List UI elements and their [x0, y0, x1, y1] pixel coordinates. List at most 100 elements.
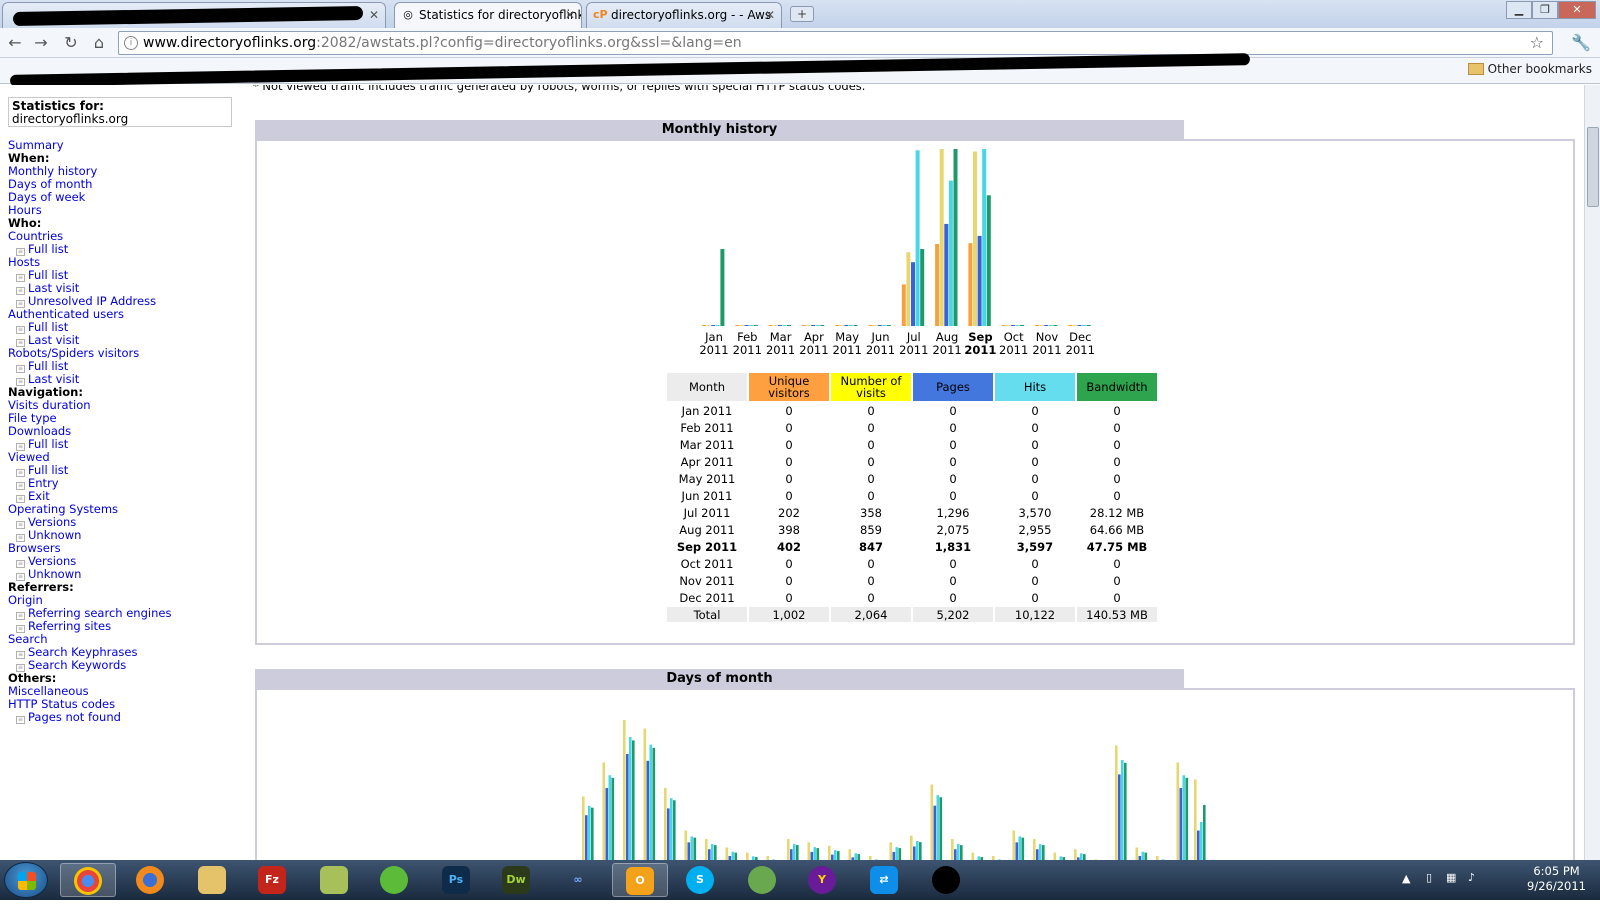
day-bar [916, 841, 919, 860]
taskbar-outlook[interactable]: O [612, 863, 668, 897]
scrollbar-thumb[interactable] [1587, 127, 1599, 207]
menu-item-hours[interactable]: Hours [8, 204, 240, 217]
taskbar-teamviewer[interactable]: ⇄ [856, 863, 912, 897]
table-cell: 0 [1113, 471, 1121, 486]
address-bar[interactable]: i www.directoryoflinks.org:2082/awstats.… [118, 31, 1553, 55]
maximize-button[interactable]: ❐ [1532, 1, 1558, 19]
table-cell: 0 [1113, 556, 1121, 571]
network-icon[interactable]: ▦ [1446, 871, 1456, 884]
new-tab-button[interactable]: + [790, 6, 814, 22]
menu-item-days-of-week[interactable]: Days of week [8, 191, 240, 204]
table-cell: 0 [1113, 437, 1121, 452]
taskbar-dreamweaver[interactable]: Dw [488, 863, 544, 897]
column-header-number-of-visits: Number of visits [831, 373, 911, 401]
day-bar [664, 788, 667, 860]
close-icon[interactable]: ✕ [765, 3, 775, 27]
device-icon[interactable]: ▯ [1426, 871, 1432, 884]
bar-pages-jan [711, 325, 716, 326]
day-bar [930, 784, 934, 860]
volume-icon[interactable]: ♪ [1468, 871, 1475, 884]
window-close-button[interactable]: ✕ [1558, 1, 1596, 19]
taskbar-redacted[interactable] [918, 863, 974, 897]
x-tick-year: 2011 [766, 343, 795, 357]
x-tick-year: 2011 [799, 343, 828, 357]
day-bar [714, 845, 717, 860]
bookmark-star-icon[interactable]: ☆ [1530, 32, 1544, 54]
tab-strip: ✕ ◎ Statistics for directoryoflink ✕ cP … [0, 0, 1600, 28]
menu-subitem-pages-not-found[interactable]: ≡ Pages not found [8, 711, 240, 724]
photoshop-icon: Ps [442, 866, 470, 894]
bar-pages-sep [977, 235, 982, 326]
tab-cpanel[interactable]: cP directoryoflinks.org - - Aws ✕ [586, 2, 782, 28]
day-bar [711, 844, 714, 860]
reload-icon[interactable]: ↻ [60, 32, 82, 54]
tab-statistics[interactable]: ◎ Statistics for directoryoflink ✕ [394, 2, 582, 28]
skype-icon: S [686, 866, 714, 894]
x-tick-label: Apr [804, 330, 824, 344]
table-cell: 0 [1031, 573, 1039, 588]
bar-bandwidth-oct [1020, 325, 1025, 326]
menu-subitem-full-list[interactable]: ≡ Full list [8, 243, 240, 256]
vertical-scrollbar[interactable] [1584, 85, 1600, 860]
table-cell: Dec 2011 [679, 590, 735, 605]
monthly-history-chart: Jan2011Feb2011Mar2011Apr2011May2011Jun20… [699, 149, 1095, 357]
tab-redacted[interactable]: ✕ [2, 2, 386, 28]
bar-bandwidth-feb [753, 325, 758, 326]
table-row: Feb 2011 0 0 0 0 0 [667, 420, 1157, 435]
x-tick-label: May [835, 330, 859, 344]
table-cell: 0 [1113, 488, 1121, 503]
taskbar-explorer[interactable] [184, 863, 240, 897]
table-cell: 2,955 [1018, 522, 1052, 537]
x-tick-label: Aug [936, 330, 958, 344]
taskbar-photoshop[interactable]: Ps [428, 863, 484, 897]
wrench-icon[interactable]: 🔧 [1570, 32, 1592, 54]
taskbar-firefox[interactable] [122, 863, 178, 897]
clock[interactable]: 6:05 PM 9/26/2011 [1527, 864, 1586, 894]
day-bar [1039, 844, 1042, 860]
table-row: Mar 2011 0 0 0 0 0 [667, 437, 1157, 452]
submenu-bullet-icon: ≡ [16, 469, 25, 477]
close-icon[interactable]: ✕ [565, 3, 575, 27]
minimize-button[interactable]: ▁ [1506, 1, 1532, 19]
x-tick-label: Mar [770, 330, 792, 344]
taskbar-skype[interactable]: S [672, 863, 728, 897]
table-cell: 0 [867, 590, 875, 605]
day-bar [1033, 839, 1036, 860]
home-icon[interactable]: ⌂ [88, 32, 110, 54]
day-bar [971, 852, 975, 860]
taskbar-messenger[interactable] [734, 863, 790, 897]
forward-icon[interactable]: → [30, 32, 52, 54]
x-tick-label: Sep [968, 330, 992, 344]
table-cell: 0 [867, 403, 875, 418]
bar-bandwidth-jun [886, 325, 891, 326]
close-icon[interactable]: ✕ [369, 3, 379, 27]
taskbar-filezilla[interactable]: Fz [244, 863, 300, 897]
taskbar-app[interactable]: ∞ [550, 863, 606, 897]
taskbar-chrome[interactable] [60, 863, 116, 897]
table-cell: 0 [785, 454, 793, 469]
menu-label: Entry [28, 476, 59, 490]
day-bar [1042, 845, 1045, 860]
back-icon[interactable]: ← [4, 32, 26, 54]
other-bookmarks[interactable]: Other bookmarks [1467, 62, 1592, 76]
x-tick-label: Jul [906, 330, 921, 344]
tray-expand-icon[interactable]: ▲ [1402, 872, 1410, 885]
taskbar-yahoo[interactable]: Y [794, 863, 850, 897]
menu-label: Others: [8, 671, 57, 685]
table-cell: 0 [1031, 590, 1039, 605]
taskbar-app[interactable] [306, 863, 362, 897]
url-host: www.directoryoflinks.org [143, 35, 317, 51]
day-bar [731, 851, 735, 860]
bar-number-of-visits-jun [873, 325, 878, 326]
start-button[interactable] [4, 862, 48, 898]
bar-hits-sep [982, 149, 987, 326]
cpanel-icon: cP [593, 8, 608, 21]
column-header-bandwidth: Bandwidth [1077, 373, 1157, 401]
menu-label: Unresolved IP Address [28, 294, 157, 308]
bar-unique-visitors-oct [1001, 325, 1006, 326]
clock-time: 6:05 PM [1533, 864, 1580, 878]
redaction-scribble [9, 53, 1251, 87]
menu-label: Full list [28, 437, 69, 451]
taskbar-app[interactable] [366, 863, 422, 897]
menu-label: Unknown [28, 567, 82, 581]
